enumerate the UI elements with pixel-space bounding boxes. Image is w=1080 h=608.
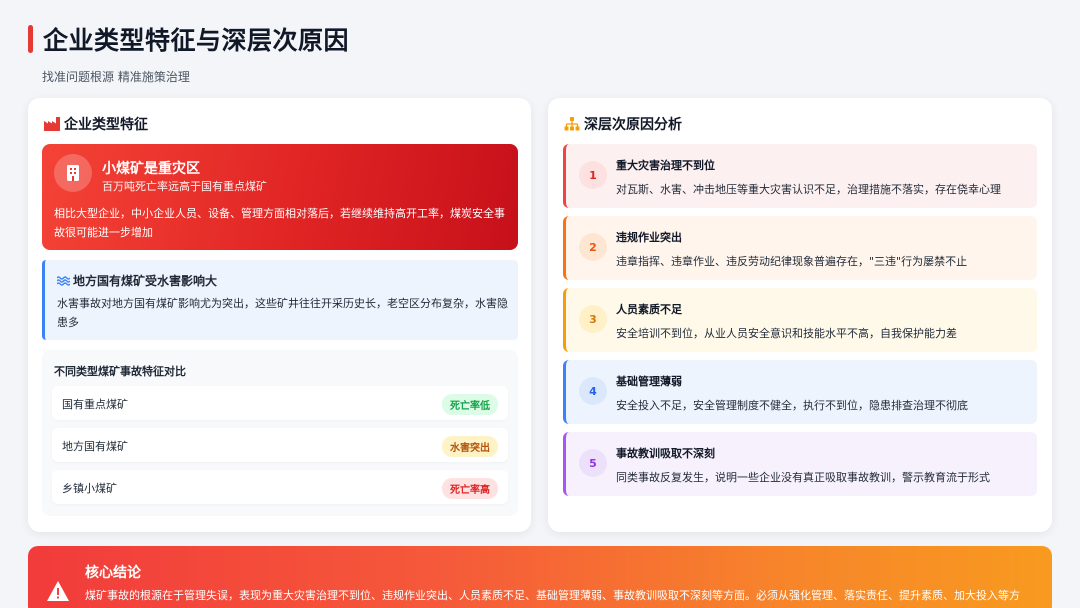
page-header: 企业类型特征与深层次原因 xyxy=(28,22,349,56)
cause-item: 3 人员素质不足 安全培训不到位，从业人员安全意识和技能水平不高，自我保护能力差 xyxy=(563,288,1037,352)
sitemap-icon xyxy=(564,117,580,131)
cause-number: 2 xyxy=(579,233,607,261)
enterprise-type-card-header: 企业类型特征 xyxy=(44,114,148,134)
building-icon xyxy=(54,154,92,192)
enterprise-type-card: 企业类型特征 小煤矿是重灾区 百万吨死亡率远高于国有重点煤矿 相比大型企业，中小… xyxy=(28,98,531,532)
cause-number: 5 xyxy=(579,449,607,477)
mine-type-tag: 水害突出 xyxy=(442,436,498,457)
water-hazard-box: 地方国有煤矿受水害影响大 水害事故对地方国有煤矿影响尤为突出，这些矿井往往开采历… xyxy=(42,260,518,340)
cause-title: 事故教训吸取不深刻 xyxy=(616,447,715,460)
hero-title: 小煤矿是重灾区 xyxy=(102,161,200,177)
mine-type-comparison: 不同类型煤矿事故特征对比 国有重点煤矿 死亡率低 地方国有煤矿 水害突出 乡镇小… xyxy=(42,350,518,516)
small-mine-hero: 小煤矿是重灾区 百万吨死亡率远高于国有重点煤矿 相比大型企业，中小企业人员、设备… xyxy=(42,144,518,250)
cause-title: 人员素质不足 xyxy=(616,303,682,316)
title-accent-bar xyxy=(28,25,33,53)
cause-title: 基础管理薄弱 xyxy=(616,375,682,388)
warning-triangle-icon xyxy=(47,581,69,601)
comparison-row: 国有重点煤矿 死亡率低 xyxy=(52,386,508,420)
cause-description: 安全投入不足，安全管理制度不健全，执行不到位，隐患排查治理不彻底 xyxy=(616,399,968,412)
cause-description: 违章指挥、违章作业、违反劳动纪律现象普遍存在，"三违"行为屡禁不止 xyxy=(616,255,968,268)
conclusion-title: 核心结论 xyxy=(85,565,141,581)
water-hazard-title: 地方国有煤矿受水害影响大 xyxy=(73,274,218,288)
cause-description: 对瓦斯、水害、冲击地压等重大灾害认识不足，治理措施不落实，存在侥幸心理 xyxy=(616,183,1001,196)
cause-description: 安全培训不到位，从业人员安全意识和技能水平不高，自我保护能力差 xyxy=(616,327,957,340)
cause-item: 5 事故教训吸取不深刻 同类事故反复发生，说明一些企业没有真正吸取事故教训，警示… xyxy=(563,432,1037,496)
mine-type-name: 国有重点煤矿 xyxy=(62,398,128,411)
hero-body: 相比大型企业，中小企业人员、设备、管理方面相对落后，若继续维持高开工率，煤炭安全… xyxy=(54,207,505,239)
factory-icon xyxy=(44,117,60,131)
mine-type-name: 地方国有煤矿 xyxy=(62,440,128,453)
cause-number: 3 xyxy=(579,305,607,333)
water-hazard-title-row: 地方国有煤矿受水害影响大 xyxy=(57,272,217,289)
cause-item: 4 基础管理薄弱 安全投入不足，安全管理制度不健全，执行不到位，隐患排查治理不彻… xyxy=(563,360,1037,424)
mine-type-name: 乡镇小煤矿 xyxy=(62,482,117,495)
core-conclusion-banner: 核心结论 煤矿事故的根源在于管理失误，表现为重大灾害治理不到位、违规作业突出、人… xyxy=(28,546,1052,608)
cause-title: 重大灾害治理不到位 xyxy=(616,159,715,172)
comparison-row: 地方国有煤矿 水害突出 xyxy=(52,428,508,462)
root-cause-card-title: 深层次原因分析 xyxy=(584,117,682,133)
cause-description: 同类事故反复发生，说明一些企业没有真正吸取事故教训，警示教育流于形式 xyxy=(616,471,990,484)
conclusion-body: 煤矿事故的根源在于管理失误，表现为重大灾害治理不到位、违规作业突出、人员素质不足… xyxy=(85,589,1020,602)
page-subtitle: 找准问题根源 精准施策治理 xyxy=(42,70,190,84)
cause-number: 4 xyxy=(579,377,607,405)
mine-type-tag: 死亡率高 xyxy=(442,478,498,499)
comparison-title: 不同类型煤矿事故特征对比 xyxy=(54,365,186,378)
hero-subtitle: 百万吨死亡率远高于国有重点煤矿 xyxy=(102,180,267,193)
root-cause-card-header: 深层次原因分析 xyxy=(564,114,682,134)
water-hazard-body: 水害事故对地方国有煤矿影响尤为突出，这些矿井往往开采历史长，老空区分布复杂，水害… xyxy=(57,297,508,329)
page-title: 企业类型特征与深层次原因 xyxy=(43,26,350,55)
comparison-row: 乡镇小煤矿 死亡率高 xyxy=(52,470,508,504)
cause-number: 1 xyxy=(579,161,607,189)
cause-item: 1 重大灾害治理不到位 对瓦斯、水害、冲击地压等重大灾害认识不足，治理措施不落实… xyxy=(563,144,1037,208)
water-wave-icon xyxy=(57,275,70,286)
mine-type-tag: 死亡率低 xyxy=(442,394,498,415)
cause-title: 违规作业突出 xyxy=(616,231,682,244)
cause-item: 2 违规作业突出 违章指挥、违章作业、违反劳动纪律现象普遍存在，"三违"行为屡禁… xyxy=(563,216,1037,280)
enterprise-type-card-title: 企业类型特征 xyxy=(64,117,148,133)
root-cause-card: 深层次原因分析 1 重大灾害治理不到位 对瓦斯、水害、冲击地压等重大灾害认识不足… xyxy=(548,98,1052,532)
